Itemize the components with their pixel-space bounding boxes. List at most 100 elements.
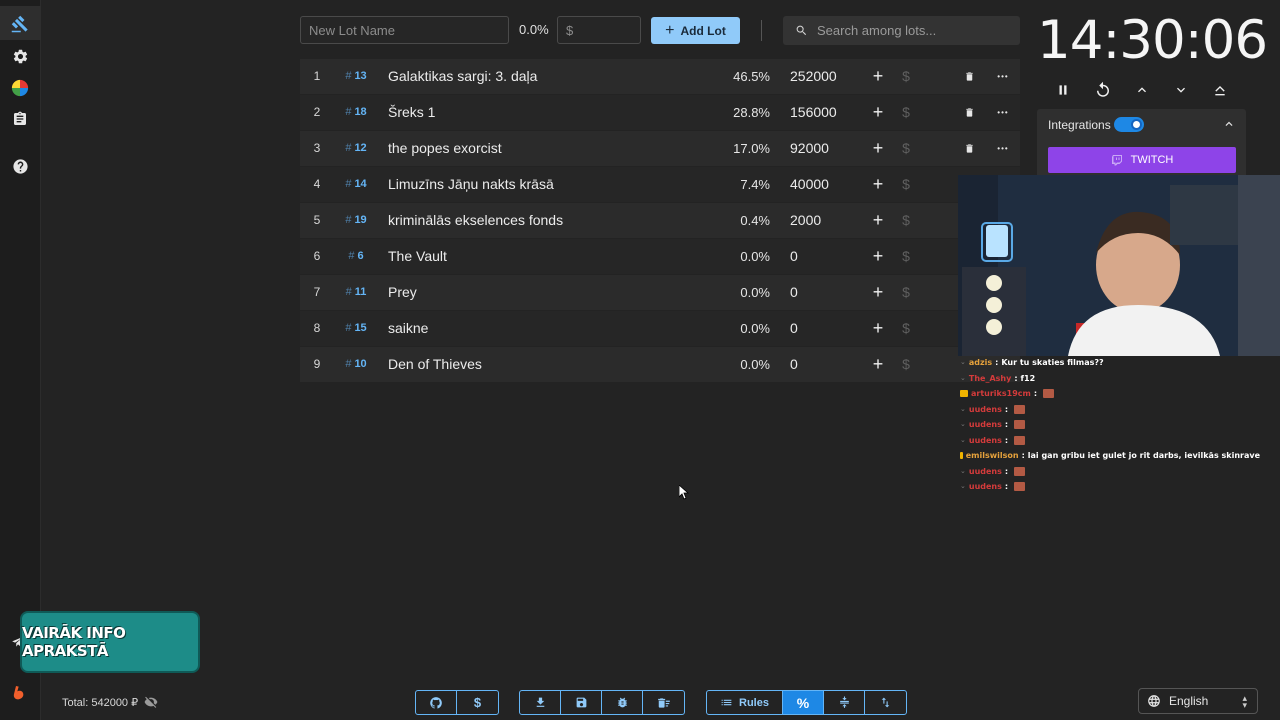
chevron-badge-icon: ⌄ xyxy=(960,435,966,444)
more-options-icon[interactable]: ••• xyxy=(993,131,1013,166)
lot-name[interactable]: Limuzīns Jāņu nakts krāsā xyxy=(388,167,554,202)
search-input[interactable] xyxy=(817,23,1007,38)
pie-chart-icon[interactable] xyxy=(10,78,30,98)
lot-row[interactable]: 3 #12 the popes exorcist 17.0% 92000 + $… xyxy=(300,131,1020,166)
chat-message: ⌄ uudens: xyxy=(960,479,1260,495)
more-options-icon[interactable]: ••• xyxy=(993,59,1013,94)
sort-icon xyxy=(881,697,890,708)
add-amount-icon[interactable]: + xyxy=(871,59,885,94)
donate-button[interactable]: $ xyxy=(457,691,498,714)
double-chevron-up-icon[interactable] xyxy=(1208,78,1232,102)
add-amount-icon[interactable]: + xyxy=(871,239,885,274)
lot-name[interactable]: Den of Thieves xyxy=(388,347,482,382)
lot-amount[interactable]: 40000 xyxy=(790,167,829,202)
delete-sweep-icon xyxy=(657,697,670,708)
lots-list: 1 #13 Galaktikas sargi: 3. daļa 46.5% 25… xyxy=(300,59,1020,383)
chat-message: arturiks19cm: xyxy=(960,386,1260,402)
lot-row[interactable]: 5 #19 kriminālās ekselences fonds 0.4% 2… xyxy=(300,203,1020,238)
emote-icon xyxy=(1014,404,1026,414)
lot-name[interactable]: saikne xyxy=(388,311,428,346)
chevron-up-icon[interactable] xyxy=(1222,117,1236,131)
add-amount-icon[interactable]: + xyxy=(871,275,885,310)
lot-row[interactable]: 1 #13 Galaktikas sargi: 3. daļa 46.5% 25… xyxy=(300,59,1020,94)
clear-list-button[interactable] xyxy=(643,691,684,714)
chevron-up-icon[interactable] xyxy=(1130,78,1154,102)
add-lot-button[interactable]: + Add Lot xyxy=(651,17,740,44)
add-amount-icon[interactable]: + xyxy=(871,167,885,202)
lot-index: 4 xyxy=(313,177,321,191)
github-button[interactable] xyxy=(416,691,457,714)
lot-name[interactable]: the popes exorcist xyxy=(388,131,502,166)
dollar-icon[interactable]: $ xyxy=(901,59,911,94)
add-amount-icon[interactable]: + xyxy=(871,203,885,238)
lot-row[interactable]: 2 #18 Šreks 1 28.8% 156000 + $ ••• xyxy=(300,95,1020,130)
add-amount-icon[interactable]: + xyxy=(871,347,885,382)
lot-amount[interactable]: 0 xyxy=(790,275,798,310)
trash-icon[interactable] xyxy=(962,59,976,94)
download-button[interactable] xyxy=(520,691,561,714)
lot-row[interactable]: 7 #11 Prey 0.0% 0 + $ xyxy=(300,275,1020,310)
dollar-icon[interactable]: $ xyxy=(901,311,911,346)
lot-amount[interactable]: 0 xyxy=(790,239,798,274)
chevron-down-icon[interactable] xyxy=(1169,78,1193,102)
reset-icon[interactable] xyxy=(1091,78,1115,102)
lot-percent: 0.0% xyxy=(740,249,770,264)
save-button[interactable] xyxy=(561,691,602,714)
percent-icon: % xyxy=(796,694,810,711)
lot-amount[interactable]: 0 xyxy=(790,311,798,346)
eye-off-icon[interactable] xyxy=(144,695,158,709)
lot-amount[interactable]: 252000 xyxy=(790,59,837,94)
bug-report-button[interactable] xyxy=(602,691,643,714)
dollar-icon[interactable]: $ xyxy=(901,203,911,238)
lot-name[interactable]: Galaktikas sargi: 3. daļa xyxy=(388,59,537,94)
lot-amount[interactable]: 0 xyxy=(790,347,798,382)
lot-name[interactable]: Prey xyxy=(388,275,417,310)
lot-row[interactable]: 9 #10 Den of Thieves 0.0% 0 + $ xyxy=(300,347,1020,382)
lot-row[interactable]: 6 #6 The Vault 0.0% 0 + $ xyxy=(300,239,1020,274)
dollar-icon[interactable]: $ xyxy=(901,131,911,166)
dollar-icon[interactable]: $ xyxy=(901,239,911,274)
trash-icon[interactable] xyxy=(962,131,976,166)
more-options-icon[interactable]: ••• xyxy=(993,95,1013,130)
lot-amount[interactable]: 156000 xyxy=(790,95,837,130)
trash-icon[interactable] xyxy=(962,95,976,130)
compress-icon xyxy=(839,696,849,708)
webcam-image xyxy=(958,175,1280,356)
dollar-icon[interactable]: $ xyxy=(901,95,911,130)
hash-icon: # xyxy=(345,214,352,226)
lot-id: #11 xyxy=(340,275,372,310)
lot-id-value: 14 xyxy=(354,178,367,190)
dollar-icon[interactable]: $ xyxy=(901,275,911,310)
dollar-icon[interactable]: $ xyxy=(901,347,911,382)
lot-row[interactable]: 8 #15 saikne 0.0% 0 + $ xyxy=(300,311,1020,346)
rules-button[interactable]: Rules xyxy=(707,691,783,714)
gavel-icon[interactable] xyxy=(10,14,30,34)
lot-id-value: 12 xyxy=(354,142,367,154)
percent-toggle-button[interactable]: % xyxy=(783,691,824,714)
search-box[interactable] xyxy=(783,16,1020,45)
compact-view-button[interactable] xyxy=(824,691,865,714)
lot-amount[interactable]: 92000 xyxy=(790,131,829,166)
lot-row[interactable]: 4 #14 Limuzīns Jāņu nakts krāsā 7.4% 400… xyxy=(300,167,1020,202)
integrations-toggle[interactable] xyxy=(1114,117,1144,132)
lot-name[interactable]: kriminālās ekselences fonds xyxy=(388,203,563,238)
clipboard-icon[interactable] xyxy=(10,109,30,129)
sort-button[interactable] xyxy=(865,691,906,714)
lot-name[interactable]: The Vault xyxy=(388,239,447,274)
twitch-button[interactable]: TWITCH xyxy=(1048,147,1236,173)
boosty-icon[interactable] xyxy=(10,682,30,702)
dollar-icon[interactable]: $ xyxy=(901,167,911,202)
lot-amount[interactable]: 2000 xyxy=(790,203,821,238)
pause-icon[interactable] xyxy=(1051,78,1075,102)
gear-icon[interactable] xyxy=(10,46,30,66)
add-amount-icon[interactable]: + xyxy=(871,311,885,346)
new-lot-percent: 0.0% xyxy=(519,22,549,37)
add-amount-icon[interactable]: + xyxy=(871,131,885,166)
new-lot-name-input[interactable] xyxy=(300,16,509,44)
language-select[interactable]: English ▴ ▾ xyxy=(1138,688,1258,714)
help-icon[interactable] xyxy=(10,156,30,176)
lot-name[interactable]: Šreks 1 xyxy=(388,95,435,130)
chat-text: Kur tu skaties filmas?? xyxy=(1001,358,1104,367)
new-lot-amount-input[interactable] xyxy=(557,16,641,44)
add-amount-icon[interactable]: + xyxy=(871,95,885,130)
